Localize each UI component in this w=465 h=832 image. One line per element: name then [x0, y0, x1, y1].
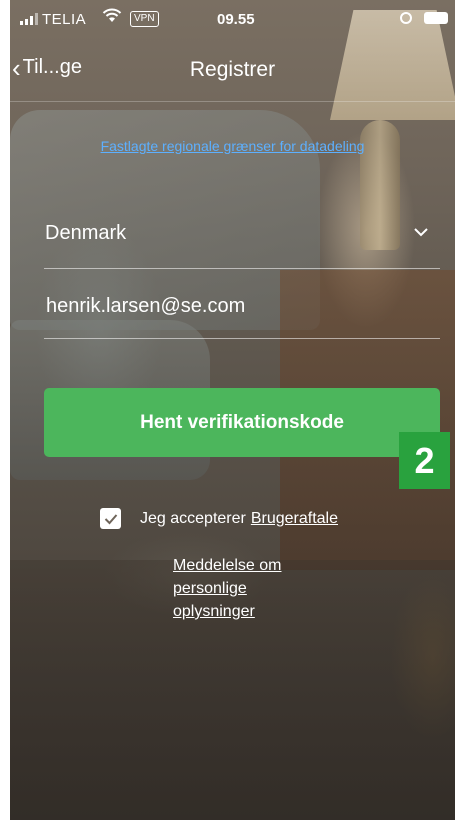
email-field[interactable]: [44, 282, 440, 339]
agreement-text: Jeg accepterer: [140, 509, 246, 527]
agreement-row: Jeg accepterer Brugeraftale: [100, 508, 338, 529]
carrier-name: TELIA: [42, 11, 87, 28]
status-time: 09.55: [217, 11, 255, 28]
signal-icon: [20, 13, 38, 25]
chevron-down-icon: [414, 228, 428, 237]
checkmark-icon: [104, 513, 117, 524]
get-verification-code-button[interactable]: Hent verifikationskode: [44, 388, 440, 457]
step-badge: 2: [399, 432, 450, 489]
email-input[interactable]: [44, 288, 436, 324]
country-select[interactable]: Denmark: [44, 210, 440, 269]
region-data-sharing-link[interactable]: Fastlagte regionale grænser for datadeli…: [0, 138, 465, 154]
country-value: Denmark: [45, 222, 127, 244]
status-bar: TELIA VPN 09.55: [10, 0, 455, 40]
user-agreement-link[interactable]: Brugeraftale: [251, 510, 338, 528]
privacy-notice-link[interactable]: Meddelelse om personlige oplysninger: [173, 554, 323, 623]
page-title: Registrer: [189, 58, 276, 81]
wifi-icon: [102, 8, 122, 22]
agree-checkbox[interactable]: [100, 508, 121, 529]
rotation-lock-icon: [400, 12, 412, 24]
vpn-badge: VPN: [130, 11, 159, 27]
battery-icon: [424, 12, 448, 24]
nav-divider: [10, 101, 455, 102]
